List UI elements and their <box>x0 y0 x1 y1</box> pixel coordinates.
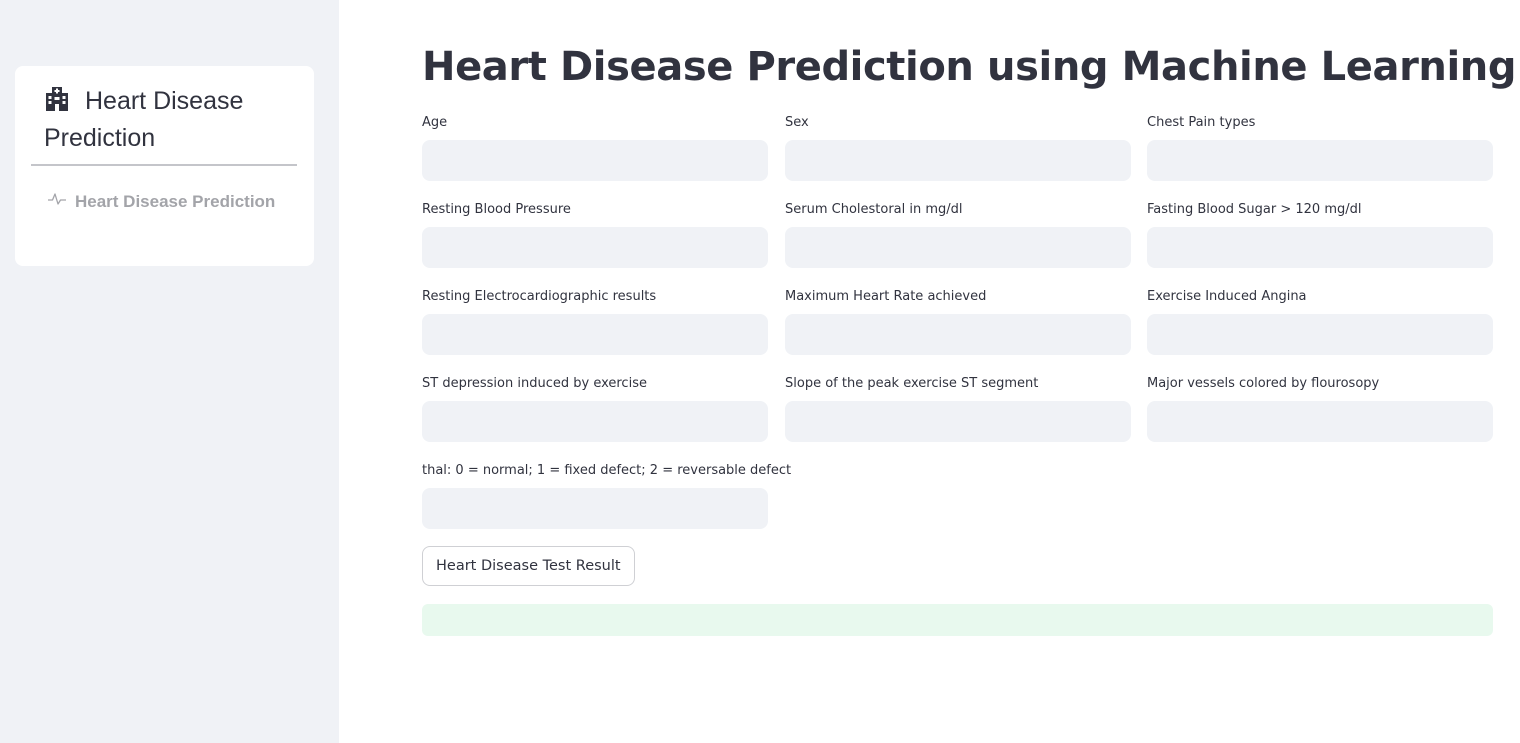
menu-item-label: Heart Disease Prediction <box>75 192 276 211</box>
field-label: Slope of the peak exercise ST segment <box>785 376 1039 391</box>
menu-title: Heart Disease Prediction <box>44 83 294 157</box>
app-root: Heart Disease Prediction Heart Disease P… <box>0 0 1520 743</box>
field-label: Age <box>422 115 448 130</box>
field-label: Chest Pain types <box>1147 115 1256 130</box>
field-age: Age <box>422 114 768 181</box>
field-label: Sex <box>785 115 809 130</box>
resting-blood-pressure-input[interactable] <box>422 227 768 268</box>
hospital-icon <box>44 86 70 112</box>
exercise-induced-angina-input[interactable] <box>1147 314 1493 355</box>
field-label: Resting Blood Pressure <box>422 202 571 217</box>
field-sex: Sex <box>785 114 1131 181</box>
page-title: Heart Disease Prediction using Machine L… <box>422 44 1517 90</box>
field-exercise-induced-angina: Exercise Induced Angina <box>1147 288 1493 355</box>
field-label: thal: 0 = normal; 1 = fixed defect; 2 = … <box>422 463 792 478</box>
menu-item-heart-disease-prediction[interactable]: Heart Disease Prediction <box>48 188 278 214</box>
field-label: Maximum Heart Rate achieved <box>785 289 987 304</box>
menu-divider <box>31 164 297 166</box>
serum-cholestoral-input[interactable] <box>785 227 1131 268</box>
main-content: Heart Disease Prediction using Machine L… <box>339 0 1520 743</box>
field-max-heart-rate: Maximum Heart Rate achieved <box>785 288 1131 355</box>
st-depression-input[interactable] <box>422 401 768 442</box>
thal-input[interactable] <box>422 488 768 529</box>
age-input[interactable] <box>422 140 768 181</box>
field-thal: thal: 0 = normal; 1 = fixed defect; 2 = … <box>422 462 792 529</box>
field-label: Fasting Blood Sugar > 120 mg/dl <box>1147 202 1362 217</box>
heart-disease-test-result-button[interactable]: Heart Disease Test Result <box>422 546 635 586</box>
sidebar: Heart Disease Prediction Heart Disease P… <box>0 0 339 743</box>
chest-pain-types-input[interactable] <box>1147 140 1493 181</box>
field-label: Major vessels colored by flourosopy <box>1147 376 1380 391</box>
pulse-icon <box>48 188 66 205</box>
field-chest-pain-types: Chest Pain types <box>1147 114 1493 181</box>
field-serum-cholestoral: Serum Cholestoral in mg/dl <box>785 201 1131 268</box>
resting-ecg-input[interactable] <box>422 314 768 355</box>
field-label: ST depression induced by exercise <box>422 376 647 391</box>
sex-input[interactable] <box>785 140 1131 181</box>
field-st-depression: ST depression induced by exercise <box>422 375 768 442</box>
field-label: Exercise Induced Angina <box>1147 289 1307 304</box>
field-label: Resting Electrocardiographic results <box>422 289 657 304</box>
st-slope-input[interactable] <box>785 401 1131 442</box>
menu-title-text: Heart Disease Prediction <box>44 87 244 152</box>
field-st-slope: Slope of the peak exercise ST segment <box>785 375 1131 442</box>
field-major-vessels: Major vessels colored by flourosopy <box>1147 375 1493 442</box>
max-heart-rate-input[interactable] <box>785 314 1131 355</box>
option-menu: Heart Disease Prediction Heart Disease P… <box>15 66 314 266</box>
major-vessels-input[interactable] <box>1147 401 1493 442</box>
field-fasting-blood-sugar: Fasting Blood Sugar > 120 mg/dl <box>1147 201 1493 268</box>
result-success-banner <box>422 604 1493 636</box>
field-resting-ecg: Resting Electrocardiographic results <box>422 288 768 355</box>
field-label: Serum Cholestoral in mg/dl <box>785 202 963 217</box>
fasting-blood-sugar-input[interactable] <box>1147 227 1493 268</box>
field-resting-blood-pressure: Resting Blood Pressure <box>422 201 768 268</box>
